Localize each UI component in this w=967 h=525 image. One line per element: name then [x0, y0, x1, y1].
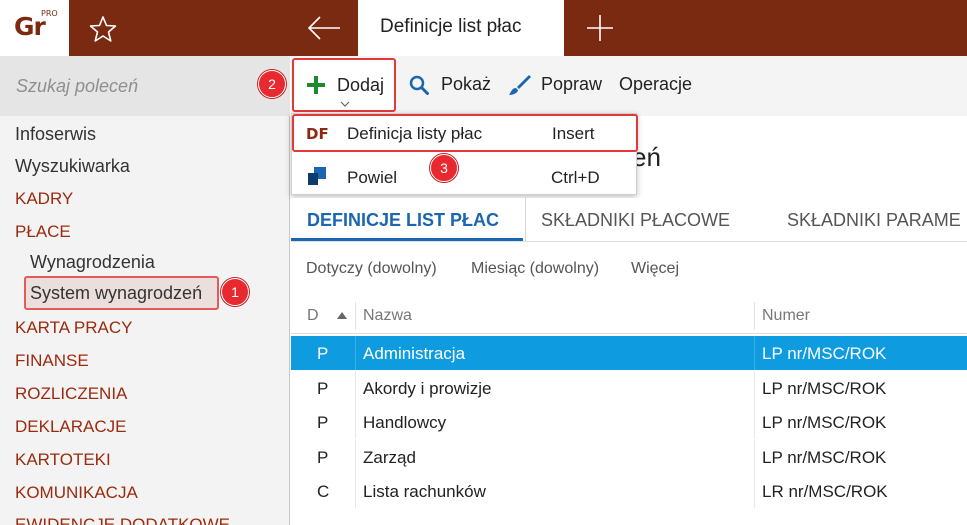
star-icon[interactable]: [88, 14, 118, 44]
cell-number: LP nr/MSC/ROK: [762, 379, 887, 398]
sidebar-item-rozliczenia[interactable]: ROZLICZENIA: [15, 384, 127, 404]
sidebar-item-wynagrodzenia[interactable]: Wynagrodzenia: [30, 252, 155, 273]
cell-separator: [754, 474, 755, 508]
cell-number: LR nr/MSC/ROK: [762, 482, 888, 501]
step-badge-2: 2: [258, 70, 286, 98]
search-icon: [409, 75, 429, 95]
menu-item-powiel[interactable]: Powiel Ctrl+D: [292, 156, 638, 194]
show-button[interactable]: Pokaż: [407, 56, 492, 112]
operations-button[interactable]: Operacje: [617, 56, 697, 112]
cell-separator: [355, 371, 356, 405]
sidebar-item-infoserwis[interactable]: Infoserwis: [15, 124, 96, 145]
menu-item-label: Powiel: [347, 168, 398, 187]
edit-button-label: Popraw: [541, 74, 603, 94]
table-row[interactable]: P Zarząd LP nr/MSC/ROK: [291, 440, 967, 474]
operations-button-label: Operacje: [619, 74, 693, 94]
sidebar-item-ewidencje-dodatkowe[interactable]: EWIDENCJE DODATKOWE: [15, 515, 230, 525]
tab-definicje-list-plac[interactable]: Definicje list płac: [358, 0, 564, 56]
back-arrow-icon[interactable]: [306, 12, 342, 44]
cell-name: Akordy i prowizje: [363, 379, 492, 398]
title-bar: Gr PRO Definicje list płac: [0, 0, 967, 56]
sidebar-item-wyszukiwarka[interactable]: Wyszukiwarka: [15, 156, 130, 177]
menu-item-definicja-listy-plac[interactable]: DF Definicja listy płac Insert: [292, 114, 638, 152]
cell-d: P: [317, 379, 329, 398]
sidebar-item-karta-pracy[interactable]: KARTA PRACY: [15, 318, 132, 338]
add-dropdown-menu: DF Definicja listy płac Insert Powiel Ct…: [291, 113, 638, 195]
add-icon: [307, 76, 325, 94]
column-separator: [754, 302, 755, 330]
cell-d: C: [317, 482, 330, 501]
cell-separator: [355, 336, 356, 370]
menu-item-shortcut: Ctrl+D: [551, 168, 600, 187]
column-header-nazwa[interactable]: Nazwa: [363, 307, 412, 325]
df-icon: DF: [306, 125, 329, 143]
app-logo[interactable]: Gr PRO: [0, 0, 69, 56]
cell-number: LP nr/MSC/ROK: [762, 344, 887, 363]
brush-icon: [509, 75, 531, 95]
show-button-label: Pokaż: [441, 74, 492, 94]
filter-dotyczy[interactable]: Dotyczy (dowolny): [306, 260, 437, 278]
table-row[interactable]: P Akordy i prowizje LP nr/MSC/ROK: [291, 371, 967, 405]
cell-name: Zarząd: [363, 448, 416, 467]
step-badge-3: 3: [430, 154, 458, 182]
tab-separator: [525, 198, 526, 242]
step-badge-1: 1: [221, 278, 249, 306]
sidebar-item-place[interactable]: PŁACE: [15, 222, 71, 242]
cell-separator: [754, 440, 755, 474]
logo-badge: PRO: [41, 9, 58, 18]
cell-separator: [754, 371, 755, 405]
sidebar-item-deklaracje[interactable]: DEKLARACJE: [15, 417, 126, 437]
column-separator: [355, 302, 356, 330]
edit-button[interactable]: Popraw: [505, 56, 605, 112]
cell-separator: [754, 405, 755, 439]
add-button-label: Dodaj: [337, 75, 385, 95]
active-tab-underline: [291, 238, 523, 241]
cell-d: P: [317, 448, 329, 467]
sidebar-item-kadry[interactable]: KADRY: [15, 189, 73, 209]
cell-number: LP nr/MSC/ROK: [762, 448, 887, 467]
cell-d: P: [317, 413, 329, 432]
cell-separator: [355, 440, 356, 474]
tab-skladniki-placowe[interactable]: SKŁADNIKI PŁACOWE: [541, 210, 730, 231]
cell-d: P: [317, 344, 329, 363]
search-input[interactable]: [16, 72, 256, 100]
cell-separator: [355, 405, 356, 439]
menu-item-shortcut: Insert: [552, 124, 595, 143]
table-row[interactable]: P Administracja LP nr/MSC/ROK: [291, 336, 967, 370]
cell-number: LP nr/MSC/ROK: [762, 413, 887, 432]
tab-skladniki-parametry[interactable]: SKŁADNIKI PARAME: [787, 210, 961, 231]
tab-definicje-list-plac-content[interactable]: DEFINICJE LIST PŁAC: [307, 210, 499, 231]
filter-bar: Dotyczy (dowolny) Miesiąc (dowolny) Więc…: [291, 248, 967, 290]
chevron-down-icon: [340, 101, 350, 107]
cell-separator: [355, 474, 356, 508]
filter-miesiac[interactable]: Miesiąc (dowolny): [471, 260, 599, 278]
duplicate-icon: [308, 167, 326, 185]
sidebar-item-komunikacja[interactable]: KOMUNIKACJA: [15, 483, 138, 503]
search-box: [0, 56, 290, 116]
toolbar: Dodaj Pokaż Popraw Operacje: [291, 56, 967, 116]
column-header-numer[interactable]: Numer: [762, 307, 810, 325]
plus-icon[interactable]: [584, 12, 616, 44]
cell-name: Administracja: [363, 344, 466, 363]
table-header: D Nazwa Numer: [291, 298, 967, 334]
filter-wiecej[interactable]: Więcej: [631, 260, 679, 278]
sidebar-item-system-wynagrodzen[interactable]: System wynagrodzeń: [30, 283, 202, 304]
menu-item-label: Definicja listy płac: [347, 124, 483, 143]
cell-name: Lista rachunków: [363, 482, 486, 501]
add-button[interactable]: Dodaj: [292, 58, 396, 112]
column-header-d[interactable]: D: [307, 307, 319, 325]
table-row[interactable]: C Lista rachunków LR nr/MSC/ROK: [291, 474, 967, 508]
content-tabs: DEFINICJE LIST PŁAC SKŁADNIKI PŁACOWE SK…: [291, 198, 967, 242]
cell-separator: [754, 336, 755, 370]
table-row[interactable]: P Handlowcy LP nr/MSC/ROK: [291, 405, 967, 439]
sidebar-item-kartoteki[interactable]: KARTOTEKI: [15, 450, 111, 470]
sort-up-icon[interactable]: [337, 312, 347, 319]
cell-name: Handlowcy: [363, 413, 447, 432]
tab-label: Definicje list płac: [380, 16, 522, 37]
sidebar-item-finanse[interactable]: FINANSE: [15, 351, 89, 371]
